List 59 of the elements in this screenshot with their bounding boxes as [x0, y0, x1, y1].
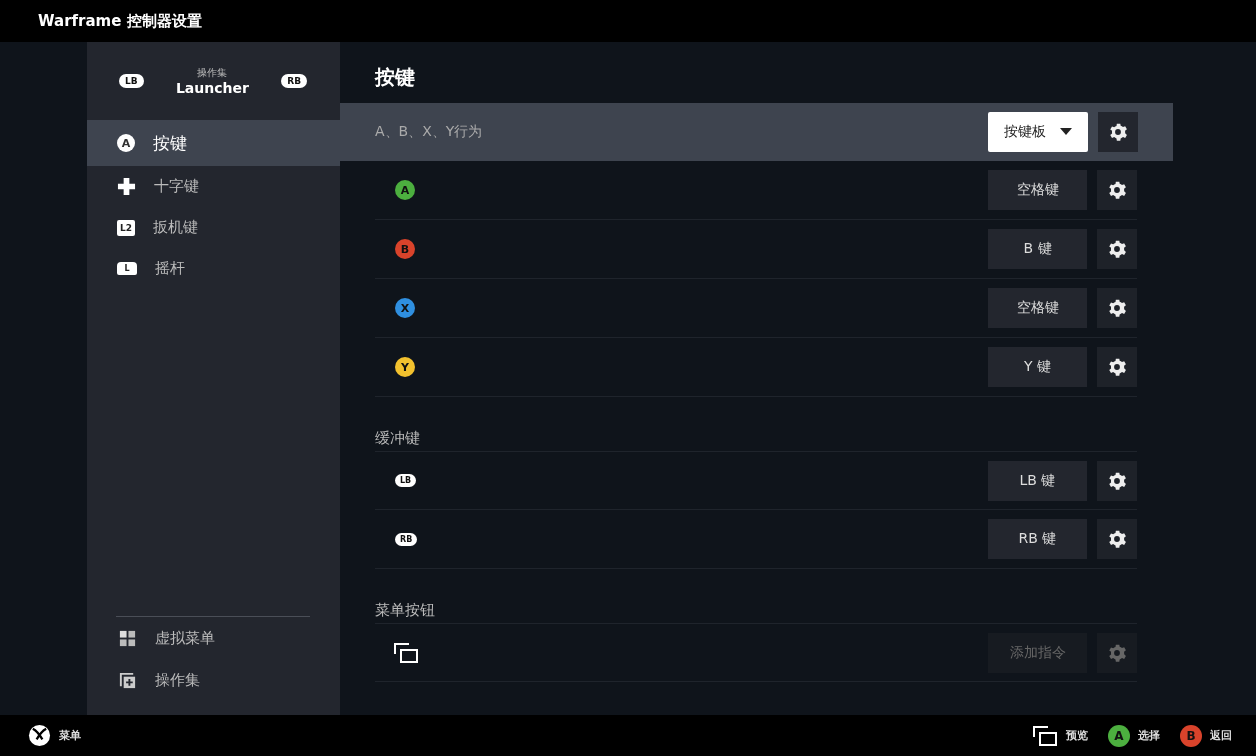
sidebar-item[interactable]: L2 扳机键	[87, 207, 340, 248]
menu-hint: 菜单	[59, 728, 81, 743]
sidebar-item[interactable]: 虚拟菜单	[116, 617, 310, 659]
settings-button[interactable]	[1097, 288, 1137, 328]
bumper-badge[interactable]: LB	[119, 74, 144, 88]
bumper-icon: LB	[395, 474, 417, 487]
gear-icon	[1108, 122, 1128, 142]
sidebar-item[interactable]: L 摇杆	[87, 248, 340, 289]
action-set-name: Launcher	[175, 80, 249, 96]
section-heading: 缓冲键	[374, 428, 421, 449]
gear-icon	[1107, 180, 1127, 200]
settings-button[interactable]	[1098, 112, 1138, 152]
settings-button[interactable]	[1097, 460, 1137, 501]
xbox-icon	[28, 724, 51, 747]
face-button-icon: A	[117, 134, 135, 152]
settings-button[interactable]	[1097, 229, 1137, 269]
face-button-icon: B	[1180, 724, 1202, 747]
settings-button[interactable]	[1097, 519, 1137, 559]
stick-icon: L	[117, 262, 137, 275]
bumper-icon: RB	[395, 532, 418, 546]
sidebar-item[interactable]: 十字键	[87, 166, 340, 207]
hint-label: 返回	[1210, 728, 1232, 743]
gear-icon	[1107, 529, 1127, 549]
section-heading: 菜单按钮	[374, 600, 436, 621]
face-button-icon: A	[395, 180, 415, 200]
hint-label: 预览	[1066, 728, 1088, 743]
group-label: A、B、X、Y行为	[375, 123, 484, 141]
face-button-icon: Y	[395, 357, 415, 377]
settings-button[interactable]	[1097, 170, 1137, 210]
view-icon	[1032, 724, 1058, 747]
binding-button[interactable]: 空格键	[988, 170, 1087, 210]
binding-button[interactable]: LB 键	[988, 460, 1087, 501]
dpad-icon	[117, 177, 136, 196]
gear-icon	[1107, 357, 1127, 377]
action-set-caption: 操作集	[197, 66, 228, 80]
gear-icon	[1107, 470, 1127, 491]
binding-button[interactable]: B 键	[988, 229, 1087, 269]
grid-icon	[118, 628, 137, 648]
settings-button[interactable]	[1097, 347, 1137, 387]
hint-label: 选择	[1138, 728, 1160, 743]
face-button-icon: A	[1108, 724, 1130, 747]
page-heading: 按键	[373, 64, 416, 91]
caret-icon	[1060, 128, 1072, 136]
binding-button[interactable]: RB 键	[988, 519, 1087, 559]
gear-icon	[1107, 642, 1127, 663]
view-icon	[393, 641, 419, 664]
binding-button[interactable]: 空格键	[988, 288, 1087, 328]
mode-dropdown[interactable]: 按键板	[988, 112, 1088, 152]
binding-button[interactable]: Y 键	[988, 347, 1087, 387]
sidebar-item[interactable]: A 按键	[87, 120, 340, 166]
sidebar-item[interactable]: 操作集	[116, 659, 310, 701]
gear-icon	[1107, 298, 1127, 318]
window-title: Warframe 控制器设置	[38, 11, 202, 31]
gear-icon	[1107, 239, 1127, 259]
add-set-icon	[118, 670, 137, 690]
trigger-icon: L2	[117, 219, 135, 236]
face-button-icon: B	[395, 239, 415, 259]
face-button-icon: X	[395, 298, 415, 318]
bumper-badge[interactable]: RB	[281, 74, 307, 88]
